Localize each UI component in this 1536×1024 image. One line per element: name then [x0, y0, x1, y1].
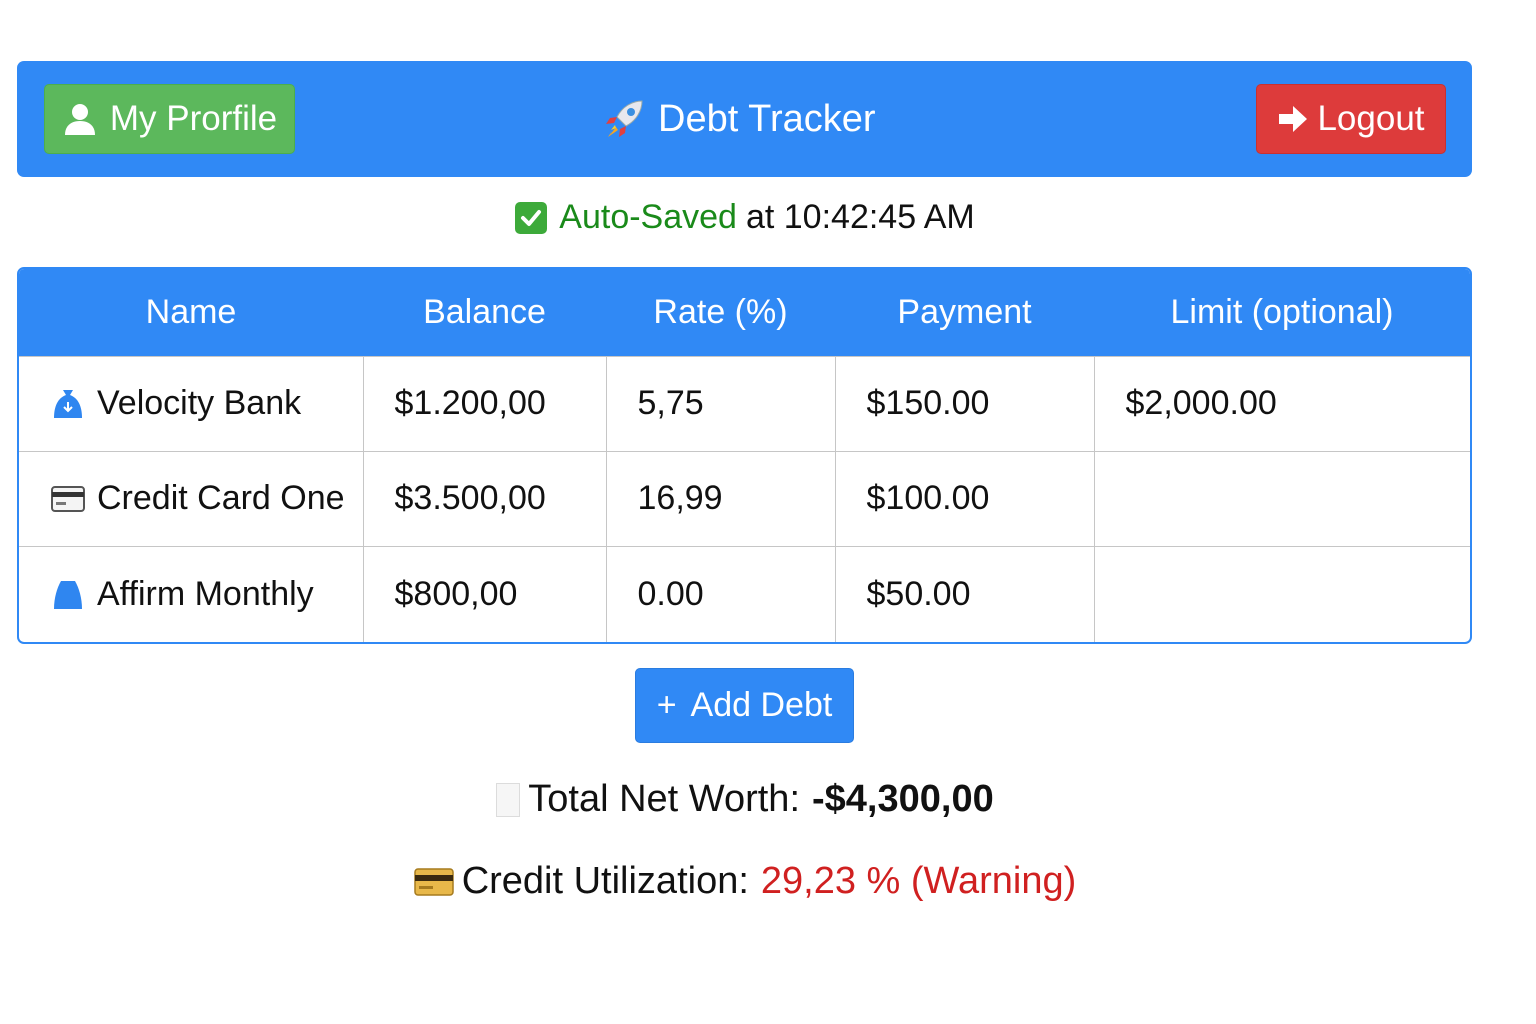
app-title-text: Debt Tracker	[658, 97, 876, 140]
column-header-limit[interactable]: Limit (optional)	[1094, 269, 1470, 356]
utilization-value: 29,23 % (Warning)	[760, 860, 1077, 902]
utilization-label: Credit Utilization:	[461, 860, 749, 902]
my-profile-button[interactable]: My Prorfile	[44, 84, 295, 154]
bank-bag-icon	[50, 387, 85, 421]
payment-cell[interactable]: $50.00	[834, 546, 1094, 642]
bag-icon	[50, 578, 85, 612]
table-row[interactable]: Credit Card One $3.500,00 16,99 $100.00	[19, 450, 1470, 547]
auto-save-status: Auto-Saved at 10:42:45 AM	[0, 198, 1490, 237]
credit-utilization: Credit Utilization: 29,23 % (Warning)	[0, 860, 1490, 903]
column-header-rate[interactable]: Rate (%)	[606, 269, 835, 356]
add-debt-label: Add Debt	[690, 686, 833, 724]
check-box-icon	[515, 201, 548, 234]
debt-name: Velocity Bank	[97, 384, 302, 423]
total-net-worth: Total Net Worth: -$4,300,00	[0, 778, 1490, 821]
add-debt-button[interactable]: + Add Debt	[635, 668, 854, 743]
top-nav-bar: My Prorfile Debt Tracker Logout	[17, 61, 1472, 177]
rocket-icon	[602, 97, 646, 141]
table-header-row: Name Balance Rate (%) Payment Limit (opt…	[19, 269, 1470, 356]
name-cell[interactable]: Velocity Bank	[19, 355, 363, 452]
rate-cell[interactable]: 5,75	[605, 355, 835, 452]
balance-cell[interactable]: $3.500,00	[362, 450, 606, 547]
table-row[interactable]: Velocity Bank $1.200,00 5,75 $150.00 $2,…	[19, 355, 1470, 452]
limit-cell[interactable]	[1093, 450, 1470, 547]
arrow-right-icon	[1277, 104, 1309, 134]
debt-name: Affirm Monthly	[97, 575, 314, 614]
auto-saved-time: at 10:42:45 AM	[745, 198, 975, 236]
debts-table: Name Balance Rate (%) Payment Limit (opt…	[17, 267, 1472, 644]
debt-name: Credit Card One	[97, 479, 345, 518]
balance-cell[interactable]: $800,00	[362, 546, 606, 642]
credit-card-icon	[413, 867, 454, 896]
logout-label: Logout	[1317, 99, 1425, 138]
name-cell[interactable]: Credit Card One	[19, 450, 363, 547]
column-header-payment[interactable]: Payment	[835, 269, 1094, 356]
limit-cell[interactable]: $2,000.00	[1093, 355, 1470, 452]
limit-cell[interactable]	[1093, 546, 1470, 642]
logout-button[interactable]: Logout	[1256, 84, 1446, 154]
rate-cell[interactable]: 0.00	[605, 546, 835, 642]
auto-saved-label: Auto-Saved	[559, 198, 737, 236]
document-icon	[496, 782, 521, 817]
payment-cell[interactable]: $100.00	[834, 450, 1094, 547]
column-header-name[interactable]: Name	[19, 269, 363, 356]
payment-cell[interactable]: $150.00	[834, 355, 1094, 452]
plus-icon: +	[656, 686, 677, 724]
net-worth-label: Total Net Worth:	[528, 778, 800, 820]
user-icon	[62, 101, 98, 137]
balance-cell[interactable]: $1.200,00	[362, 355, 606, 452]
app-title: Debt Tracker	[602, 91, 876, 147]
rate-cell[interactable]: 16,99	[605, 450, 835, 547]
name-cell[interactable]: Affirm Monthly	[19, 546, 363, 642]
credit-card-icon	[50, 485, 85, 512]
column-header-balance[interactable]: Balance	[363, 269, 606, 356]
my-profile-label: My Prorfile	[109, 99, 278, 138]
table-row[interactable]: Affirm Monthly $800,00 0.00 $50.00	[19, 546, 1470, 642]
net-worth-value: -$4,300,00	[812, 778, 994, 820]
